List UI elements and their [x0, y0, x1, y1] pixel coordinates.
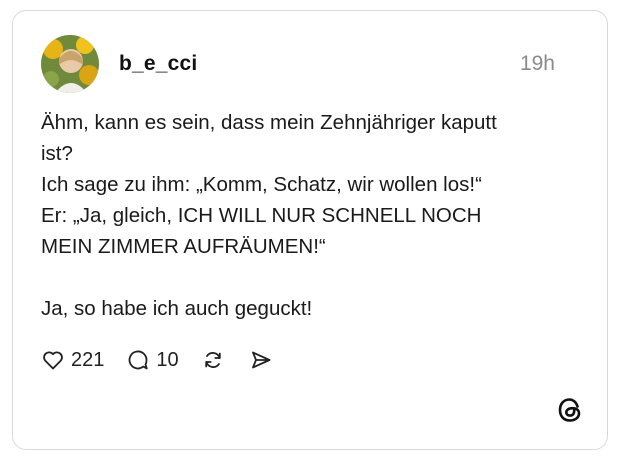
post-text-line: Ja, so habe ich auch geguckt!: [41, 297, 313, 320]
repost-button[interactable]: [201, 348, 225, 372]
comment-icon: [126, 348, 150, 372]
like-button[interactable]: 221: [41, 348, 104, 372]
post-card: b_e_cci 19h Ähm, kann es sein, dass mein…: [12, 10, 608, 450]
threads-logo-icon: [557, 397, 583, 423]
post-text-line: ist?: [41, 142, 73, 165]
post-text-line: Er: „Ja, gleich, ICH WILL NUR SCHNELL NO…: [41, 204, 482, 227]
like-count: 221: [71, 348, 105, 371]
post-body: Ähm, kann es sein, dass mein Zehnjährige…: [41, 107, 571, 324]
avatar[interactable]: [41, 35, 99, 93]
share-button[interactable]: [249, 348, 273, 372]
username[interactable]: b_e_cci: [119, 52, 197, 76]
reply-button[interactable]: 10: [126, 348, 179, 372]
repost-icon: [201, 348, 225, 372]
action-bar: 221 10: [41, 345, 295, 375]
timestamp: 19h: [519, 52, 555, 75]
post-text-line: MEIN ZIMMER AUFRÄUMEN!“: [41, 235, 326, 258]
send-icon: [249, 348, 273, 372]
post-text-line: Ich sage zu ihm: „Komm, Schatz, wir woll…: [41, 173, 482, 196]
post-text-line: Ähm, kann es sein, dass mein Zehnjährige…: [41, 111, 497, 134]
heart-icon: [41, 348, 65, 372]
reply-count: 10: [156, 348, 179, 371]
post-text-blank-line: [41, 262, 571, 293]
